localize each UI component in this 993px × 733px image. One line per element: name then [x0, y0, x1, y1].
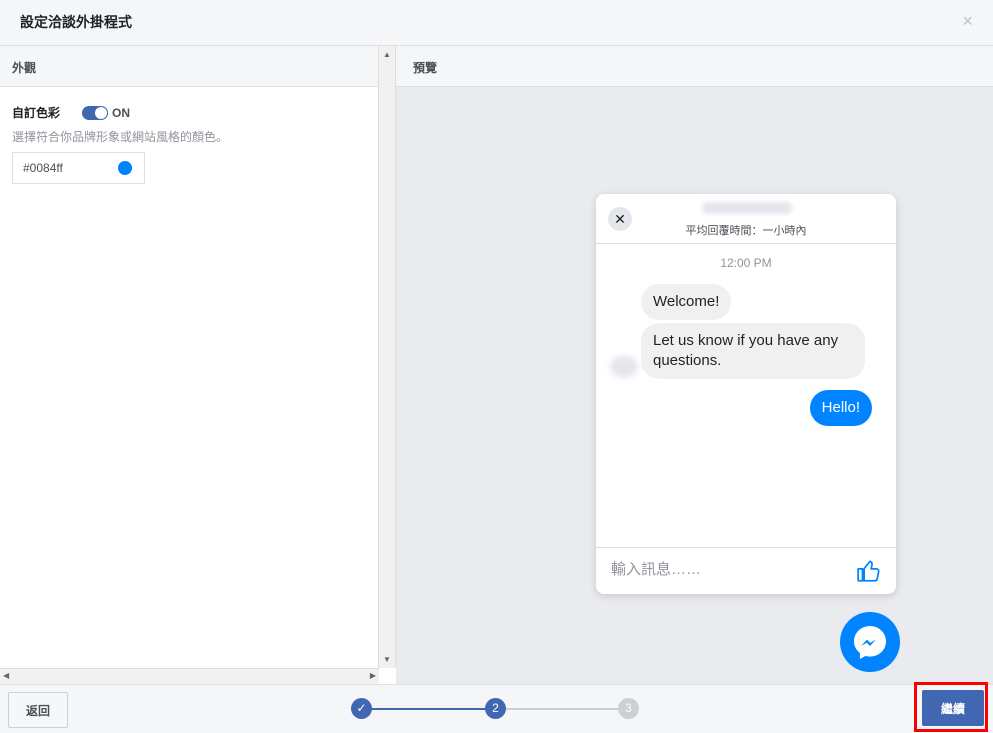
- message-input[interactable]: [611, 561, 831, 578]
- messenger-icon: [854, 626, 886, 659]
- dialog-title: 設定洽談外掛程式: [20, 14, 132, 30]
- color-hex-input[interactable]: [13, 153, 109, 183]
- chevron-right-icon[interactable]: ▶: [370, 671, 376, 680]
- chevron-down-icon[interactable]: ▼: [383, 655, 391, 664]
- page-name-blurred: [702, 202, 792, 214]
- check-icon: ✓: [351, 698, 372, 719]
- avatar: [610, 356, 638, 378]
- progress-stepper: ✓ 2 3: [351, 697, 641, 721]
- preview-panel: 預覽 ✕ 平均回覆時間：一小時內 12:00 PM Welcome! Let u…: [396, 46, 993, 684]
- custom-color-toggle[interactable]: [82, 105, 109, 120]
- message-composer: [596, 547, 896, 594]
- chevron-left-icon[interactable]: ◀: [3, 671, 9, 680]
- custom-color-label: 自訂色彩: [12, 106, 61, 120]
- next-button[interactable]: 繼續: [922, 690, 984, 726]
- messenger-button[interactable]: [840, 612, 900, 672]
- dialog-footer: 返回 ✓ 2 3: [0, 684, 993, 733]
- response-time: 平均回覆時間：一小時內: [685, 225, 807, 237]
- vertical-scrollbar[interactable]: ▲ ▼: [379, 46, 396, 668]
- chat-header: ✕ 平均回覆時間：一小時內: [596, 194, 896, 244]
- close-icon[interactable]: ×: [962, 11, 973, 31]
- back-button[interactable]: 返回: [8, 692, 68, 728]
- color-field[interactable]: [12, 152, 145, 184]
- chevron-up-icon[interactable]: ▲: [383, 50, 391, 59]
- custom-color-row: 自訂色彩 ON: [12, 104, 130, 121]
- step-connector-complete: [371, 708, 496, 710]
- color-hint: 選擇符合你品牌形象或網站風格的顏色。: [12, 130, 229, 144]
- step-3: 3: [618, 698, 639, 719]
- step-connector-pending: [506, 708, 618, 710]
- message-bubble-outgoing: Hello!: [809, 390, 872, 426]
- message-bubble-incoming: Welcome!: [641, 284, 732, 320]
- message-timestamp: 12:00 PM: [720, 256, 772, 270]
- toggle-knob: [94, 105, 109, 120]
- like-icon[interactable]: [856, 558, 882, 584]
- appearance-panel: 外觀 自訂色彩 ON 選擇符合你品牌形象或網站風格的顏色。: [0, 46, 379, 668]
- toggle-state-label: ON: [112, 105, 131, 120]
- chat-window: ✕ 平均回覆時間：一小時內 12:00 PM Welcome! Let us k…: [596, 194, 896, 594]
- color-swatch[interactable]: [118, 161, 132, 175]
- step-2: 2: [485, 698, 506, 719]
- appearance-section-title: 外觀: [0, 46, 378, 87]
- message-bubble-incoming: Let us know if you have any questions.: [641, 323, 865, 379]
- preview-section-title: 預覽: [396, 46, 993, 87]
- dialog-header: 設定洽談外掛程式 ×: [0, 0, 993, 46]
- horizontal-scrollbar[interactable]: ◀ ▶: [0, 668, 379, 684]
